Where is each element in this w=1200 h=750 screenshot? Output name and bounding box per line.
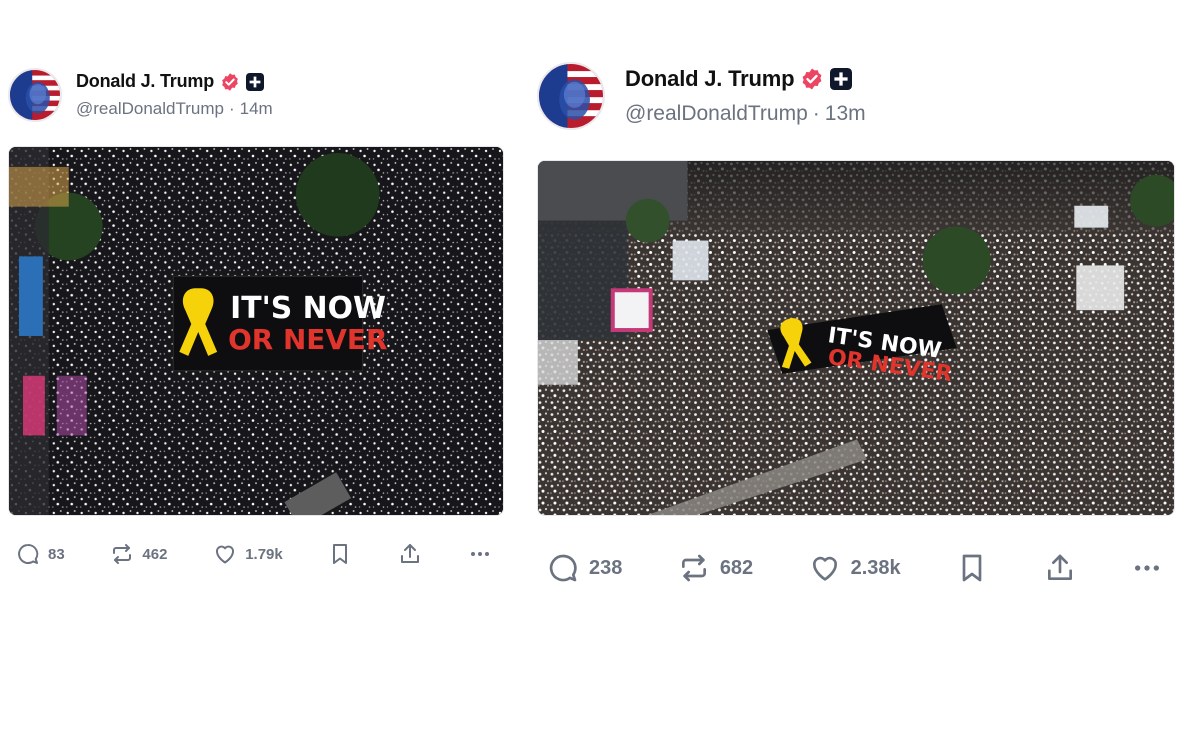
avatar-image	[10, 70, 60, 120]
banner-line-2: OR NEVER	[228, 323, 387, 356]
plus-badge-icon	[830, 68, 853, 90]
author-name[interactable]: Donald J. Trump	[76, 71, 214, 92]
repost-count: 462	[142, 545, 168, 563]
reply-count: 83	[48, 545, 65, 563]
post-actions: 238 682 2.38k	[537, 552, 1175, 584]
repost-button[interactable]: 462	[110, 542, 167, 566]
post-card-2: Donald J. Trump @realDonaldTrump · 13m I…	[537, 62, 1175, 584]
post-actions: 83 462 1.79k	[8, 542, 504, 566]
reply-count: 238	[589, 556, 623, 579]
repost-count: 682	[719, 556, 754, 579]
share-icon	[1044, 552, 1076, 584]
rally-wide-photo: IT'S NOW OR NEVER	[538, 161, 1174, 515]
share-button[interactable]	[1044, 552, 1076, 584]
repost-icon	[110, 542, 134, 566]
verified-badge-icon	[220, 72, 240, 92]
bookmark-button[interactable]	[956, 552, 988, 584]
avatar-image	[539, 64, 603, 128]
post-image[interactable]: IT'S NOW OR NEVER	[8, 146, 504, 516]
reply-icon	[547, 552, 579, 584]
more-icon	[468, 542, 492, 566]
like-button[interactable]: 1.79k	[213, 542, 283, 566]
post-image[interactable]: IT'S NOW OR NEVER	[537, 160, 1175, 516]
author-name[interactable]: Donald J. Trump	[625, 66, 795, 92]
like-button[interactable]: 2.38k	[809, 552, 901, 584]
share-icon	[398, 542, 422, 566]
repost-icon	[678, 552, 710, 584]
author-handle[interactable]: @realDonaldTrump	[76, 99, 224, 119]
bookmark-button[interactable]	[328, 542, 352, 566]
bookmark-icon	[956, 552, 988, 584]
post-card-1: Donald J. Trump @realDonaldTrump · 14m I…	[8, 68, 504, 566]
plus-badge-icon	[246, 72, 265, 91]
bookmark-icon	[328, 542, 352, 566]
post-header: Donald J. Trump @realDonaldTrump · 14m	[8, 68, 504, 122]
more-options-button[interactable]	[1131, 552, 1163, 584]
like-count: 1.79k	[245, 545, 283, 563]
rally-aerial-photo: IT'S NOW OR NEVER	[9, 147, 503, 515]
post-timestamp[interactable]: 13m	[825, 102, 866, 126]
author-handle[interactable]: @realDonaldTrump	[625, 102, 808, 126]
reply-icon	[16, 542, 40, 566]
like-icon	[213, 542, 237, 566]
avatar[interactable]	[537, 62, 605, 130]
post-header: Donald J. Trump @realDonaldTrump · 13m	[537, 62, 1175, 130]
verified-badge-icon	[800, 67, 824, 91]
post-timestamp[interactable]: 14m	[240, 99, 273, 119]
more-icon	[1131, 552, 1163, 584]
repost-button[interactable]: 682	[678, 552, 753, 584]
like-icon	[809, 552, 841, 584]
like-count: 2.38k	[850, 556, 901, 579]
more-options-button[interactable]	[468, 542, 492, 566]
banner-line-1: IT'S NOW	[230, 291, 386, 326]
reply-button[interactable]: 83	[16, 542, 65, 566]
reply-button[interactable]: 238	[547, 552, 622, 584]
separator: ·	[812, 102, 820, 125]
share-button[interactable]	[398, 542, 422, 566]
separator: ·	[228, 99, 235, 118]
avatar[interactable]	[8, 68, 62, 122]
